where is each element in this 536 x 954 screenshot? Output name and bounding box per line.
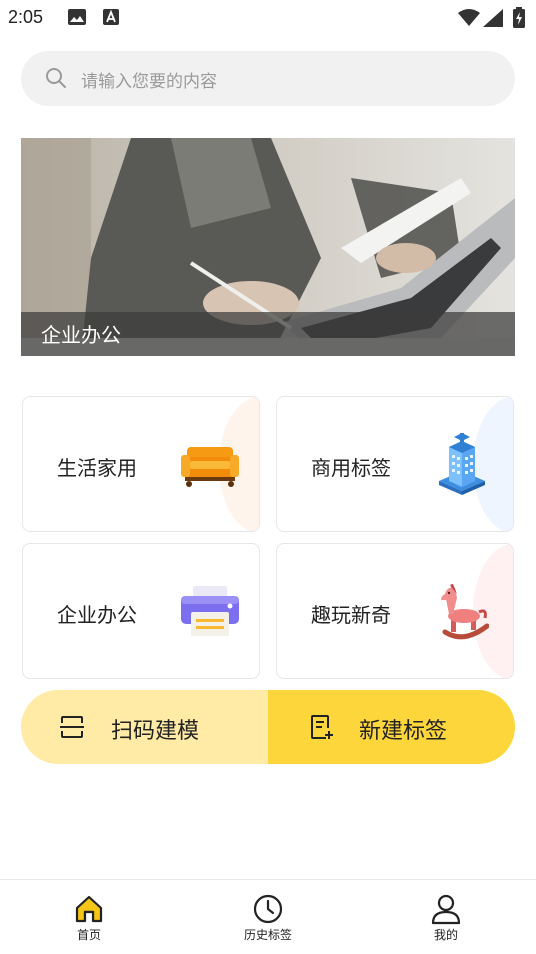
- search-icon: [45, 67, 67, 93]
- new-label-label: 新建标签: [359, 719, 448, 744]
- sofa-icon: [181, 435, 239, 495]
- tab-mine-label: 我的: [433, 928, 458, 942]
- category-card-office[interactable]: 企业办公: [22, 543, 260, 679]
- new-document-icon: [308, 714, 334, 744]
- tab-home-label: 首页: [76, 928, 101, 942]
- battery-icon: [513, 7, 525, 32]
- scan-icon: [59, 714, 85, 744]
- new-label-button[interactable]: 新建标签: [268, 690, 515, 764]
- banner-caption: 企业办公: [41, 323, 121, 347]
- category-card-home-life[interactable]: 生活家用: [22, 396, 260, 532]
- scan-model-label: 扫码建模: [111, 719, 200, 744]
- status-bar: 2:05: [0, 0, 536, 36]
- category-label: 生活家用: [57, 456, 137, 480]
- search-bar[interactable]: 请输入您要的内容: [21, 51, 515, 106]
- wifi-icon: [458, 9, 480, 31]
- category-label: 商用标签: [311, 456, 391, 480]
- image-icon: [68, 9, 86, 29]
- bottom-tab-bar: 首页 历史标签 我的: [0, 879, 536, 954]
- category-card-novelty[interactable]: 趣玩新奇: [276, 543, 514, 679]
- printer-icon: [181, 586, 239, 640]
- building-icon: [437, 433, 487, 499]
- tab-history[interactable]: 历史标签: [208, 880, 328, 954]
- clock-icon: [252, 893, 284, 929]
- signal-icon: [483, 9, 503, 31]
- tab-mine[interactable]: 我的: [386, 880, 506, 954]
- category-label: 趣玩新奇: [311, 603, 391, 627]
- scan-model-button[interactable]: 扫码建模: [21, 690, 268, 764]
- category-card-commercial[interactable]: 商用标签: [276, 396, 514, 532]
- user-icon: [430, 893, 462, 929]
- rocking-horse-icon: [439, 584, 490, 644]
- home-icon: [73, 893, 105, 929]
- tab-home[interactable]: 首页: [29, 880, 149, 954]
- status-time: 2:05: [8, 7, 44, 27]
- tab-history-label: 历史标签: [243, 928, 292, 942]
- search-input[interactable]: 请输入您要的内容: [81, 67, 217, 92]
- a-icon: [103, 9, 119, 29]
- banner[interactable]: 企业办公: [21, 138, 515, 356]
- category-label: 企业办公: [57, 603, 137, 627]
